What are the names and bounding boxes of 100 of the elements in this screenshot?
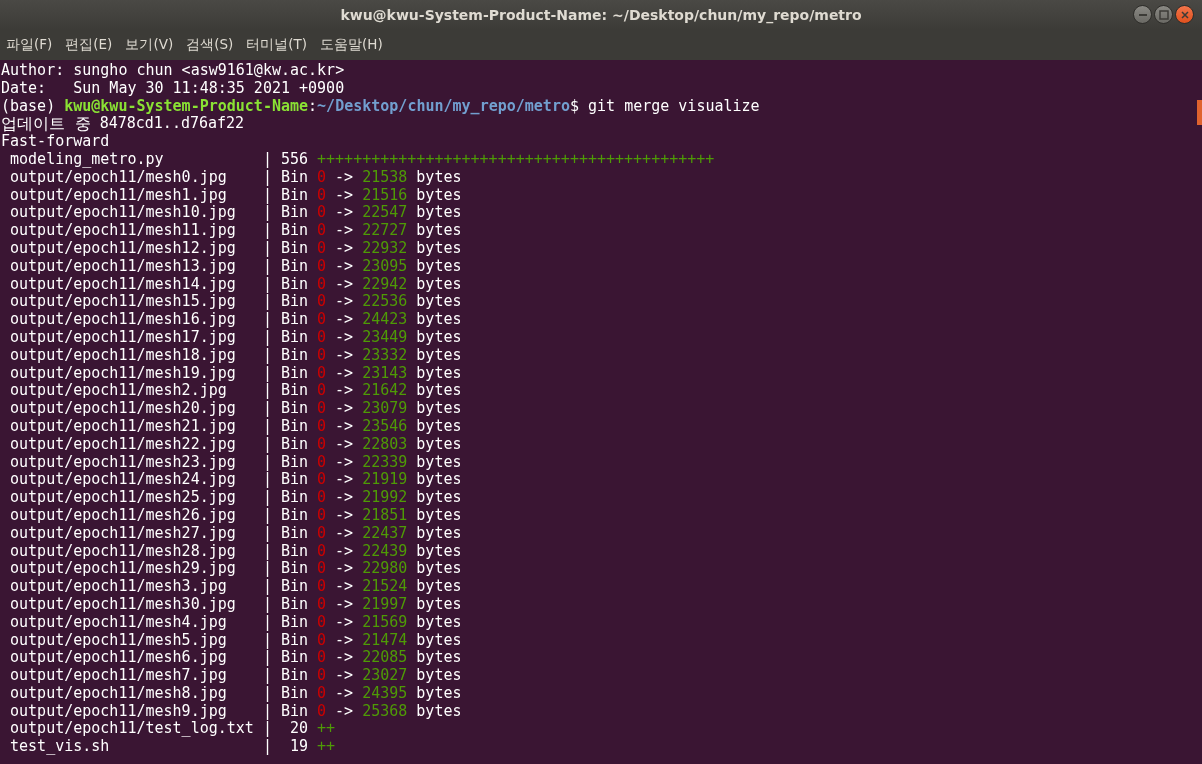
prompt-separator: : (308, 97, 318, 116)
column-separator: | (262, 489, 272, 507)
old-size: 0 (317, 631, 327, 650)
size-unit: bytes (416, 204, 462, 223)
column-separator: | (262, 720, 272, 739)
column-separator: | (262, 382, 272, 401)
old-size: 0 (317, 382, 327, 401)
size-arrow: -> (335, 631, 354, 650)
close-icon (1179, 9, 1190, 20)
old-size: 0 (317, 257, 327, 276)
file-path: output/epoch11/mesh10.jpg (9, 204, 237, 223)
old-size: 0 (317, 293, 327, 312)
file-path: output/epoch11/mesh16.jpg (9, 311, 237, 329)
file-path: output/epoch11/mesh9.jpg (9, 702, 228, 721)
menu-item[interactable]: 터미널(T) (246, 36, 308, 54)
column-separator: | (262, 222, 272, 240)
bin-label: Bin (280, 489, 308, 507)
old-size: 0 (317, 560, 327, 579)
file-path: output/epoch11/test_log.txt (9, 720, 255, 739)
column-separator: | (262, 435, 272, 454)
menu-item[interactable]: 도움말(H) (320, 36, 383, 54)
size-unit: bytes (416, 506, 462, 525)
bin-label: Bin (280, 542, 308, 561)
file-path: output/epoch11/mesh24.jpg (9, 471, 237, 490)
column-separator: | (262, 738, 272, 757)
new-size: 22727 (362, 222, 408, 240)
size-unit: bytes (416, 595, 462, 614)
column-separator: | (262, 471, 272, 490)
size-unit: bytes (416, 649, 462, 668)
fast-forward-text: Fast-forward (1, 133, 110, 151)
column-separator: | (262, 649, 272, 668)
menu-item[interactable]: 파일(F) (6, 36, 53, 54)
size-unit: bytes (416, 257, 462, 276)
old-size: 0 (317, 435, 327, 454)
column-separator: | (262, 257, 272, 276)
old-size: 0 (317, 311, 327, 329)
file-path: output/epoch11/mesh27.jpg (9, 524, 237, 543)
size-unit: bytes (416, 702, 462, 721)
new-size: 21642 (362, 382, 408, 401)
size-unit: bytes (416, 560, 462, 579)
new-size: 22085 (362, 649, 408, 668)
size-unit: bytes (416, 613, 462, 632)
bin-label: Bin (280, 631, 308, 650)
new-size: 21992 (362, 489, 408, 507)
size-unit: bytes (416, 667, 462, 685)
old-size: 0 (317, 204, 327, 223)
bin-label: Bin (280, 364, 308, 383)
new-size: 22803 (362, 435, 408, 454)
new-size: 23079 (362, 400, 408, 418)
column-separator: | (262, 328, 272, 347)
file-path: output/epoch11/mesh19.jpg (9, 364, 237, 383)
bin-label: Bin (280, 560, 308, 579)
size-unit: bytes (416, 631, 462, 650)
maximize-button[interactable] (1154, 5, 1173, 24)
size-unit: bytes (416, 328, 462, 347)
size-unit: bytes (416, 435, 462, 454)
menu-item[interactable]: 검색(S) (186, 36, 234, 54)
bin-label: Bin (280, 417, 308, 436)
file-path: output/epoch11/mesh22.jpg (9, 435, 237, 454)
bin-label: Bin (280, 702, 308, 721)
old-size: 0 (317, 578, 327, 596)
menu-item[interactable]: 보기(V) (125, 36, 174, 54)
insertion-marks: ++ (317, 720, 336, 739)
old-size: 0 (317, 506, 327, 525)
column-separator: | (262, 578, 272, 596)
conda-env: (base) (1, 97, 56, 116)
bin-label: Bin (280, 204, 308, 223)
new-size: 21516 (362, 186, 408, 205)
command-text: $ git merge visualize (569, 97, 760, 116)
size-arrow: -> (335, 560, 354, 579)
menu-item[interactable]: 편집(E) (65, 36, 113, 54)
change-count: 19 (288, 738, 308, 757)
size-arrow: -> (335, 275, 354, 294)
minimize-button[interactable] (1133, 5, 1152, 24)
file-path: output/epoch11/mesh8.jpg (9, 684, 228, 703)
bin-label: Bin (280, 257, 308, 276)
close-button[interactable] (1175, 5, 1194, 24)
update-label: 업데이트 중 (1, 115, 91, 134)
commit-range: 8478cd1..d76af22 (99, 115, 245, 134)
column-separator: | (262, 613, 272, 632)
column-separator: | (262, 595, 272, 614)
new-size: 24395 (362, 684, 408, 703)
column-separator: | (262, 542, 272, 561)
bin-label: Bin (280, 435, 308, 454)
size-arrow: -> (335, 168, 354, 187)
size-unit: bytes (416, 489, 462, 507)
old-size: 0 (317, 328, 327, 347)
new-size: 22437 (362, 524, 408, 543)
file-path: output/epoch11/mesh21.jpg (9, 417, 237, 436)
scrollbar-thumb[interactable] (1197, 100, 1202, 125)
new-size: 21524 (362, 578, 408, 596)
size-unit: bytes (416, 524, 462, 543)
insertion-marks: ++ (317, 738, 336, 757)
old-size: 0 (317, 275, 327, 294)
size-arrow: -> (335, 239, 354, 258)
file-path: output/epoch11/mesh11.jpg (9, 222, 237, 240)
size-arrow: -> (335, 542, 354, 561)
size-arrow: -> (335, 524, 354, 543)
size-arrow: -> (335, 578, 354, 596)
file-path: output/epoch11/mesh26.jpg (9, 506, 237, 525)
